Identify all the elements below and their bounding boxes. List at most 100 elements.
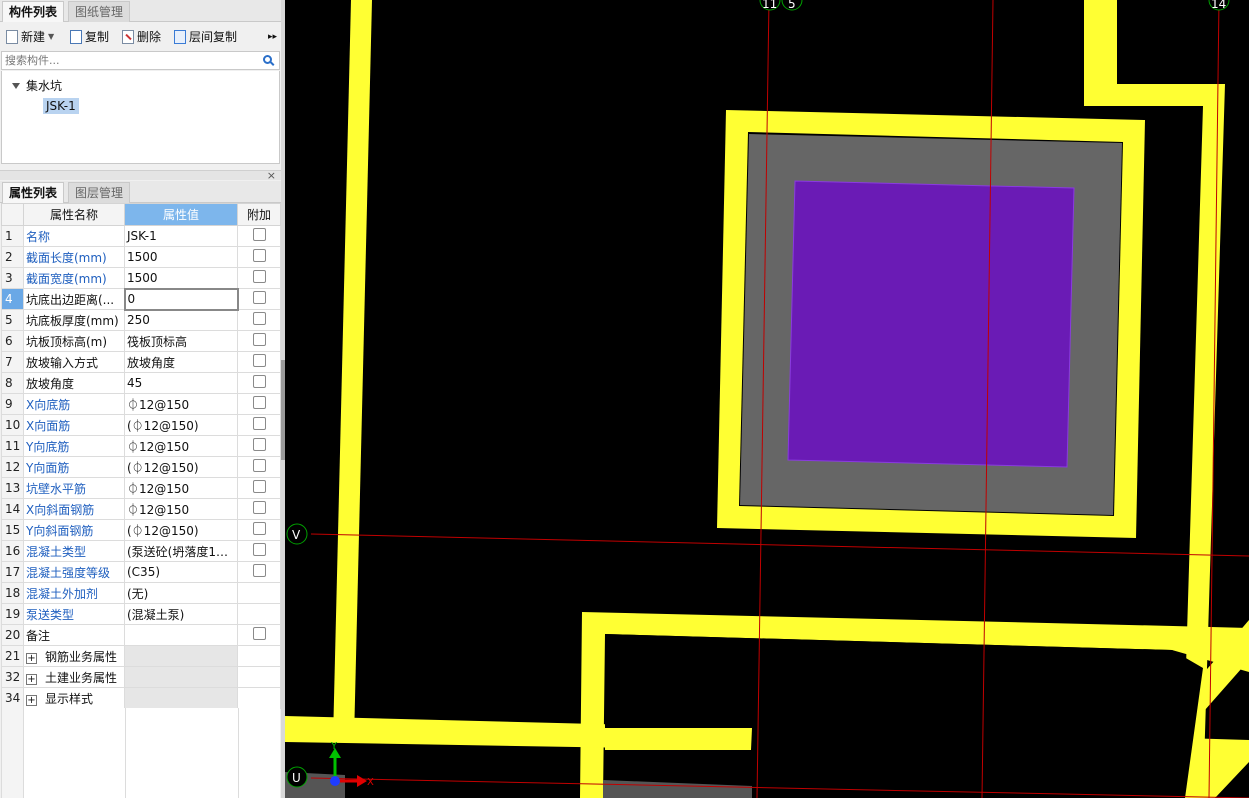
table-row[interactable]: 3 截面宽度(mm) 1500 <box>1 267 281 289</box>
property-value-cell[interactable] <box>124 687 238 709</box>
property-name-cell: 混凝土类型 <box>23 540 125 562</box>
attach-checkbox[interactable] <box>252 228 266 241</box>
attach-checkbox[interactable] <box>252 543 266 556</box>
table-row[interactable]: 6 坑板顶标高(m) 筏板顶标高 <box>1 330 281 352</box>
property-value-cell[interactable] <box>124 624 238 646</box>
table-row[interactable]: 7 放坡输入方式 放坡角度 <box>1 351 281 373</box>
header-property-name[interactable]: 属性名称 <box>23 203 125 226</box>
property-value-cell[interactable]: (混凝土泵) <box>124 603 238 625</box>
tab-drawing-management[interactable]: 图纸管理 <box>68 1 131 22</box>
pit-bottom[interactable] <box>787 180 1075 468</box>
property-value-cell[interactable]: ⏀12@150 <box>124 498 238 520</box>
table-row[interactable]: 5 坑底板厚度(mm) 250 <box>1 309 281 331</box>
attach-checkbox[interactable] <box>252 438 266 451</box>
property-value-cell[interactable]: 1500 <box>124 246 238 268</box>
attach-checkbox[interactable] <box>252 396 266 409</box>
delete-button[interactable]: 删除 <box>122 28 161 46</box>
table-row[interactable]: 8 放坡角度 45 <box>1 372 281 394</box>
table-row[interactable]: 16 混凝土类型 (泵送砼(坍落度17... <box>1 540 281 562</box>
property-value-cell[interactable]: ⏀12@150 <box>124 393 238 415</box>
expand-plus-icon[interactable]: + <box>26 652 37 664</box>
table-row[interactable]: 21 + 钢筋业务属性 <box>1 645 281 667</box>
tree-node-jsk-1[interactable]: JSK-1 <box>43 98 79 114</box>
attach-cell <box>237 624 281 646</box>
table-row[interactable]: 15 Y向斜面钢筋 (⏀12@150) <box>1 519 281 541</box>
wall-bottom-right[interactable] <box>1183 738 1249 798</box>
table-row[interactable]: 10 X向面筋 (⏀12@150) <box>1 414 281 436</box>
table-row[interactable]: 32 + 土建业务属性 <box>1 666 281 688</box>
row-index: 2 <box>1 246 24 268</box>
tree-node-sump-pit[interactable]: 集水坑 <box>12 77 62 94</box>
attach-checkbox[interactable] <box>252 564 266 577</box>
expand-plus-icon[interactable]: + <box>26 673 37 685</box>
property-value-cell[interactable]: (⏀12@150) <box>124 414 238 436</box>
attach-checkbox[interactable] <box>252 270 266 283</box>
table-row[interactable]: 1 名称 JSK-1 <box>1 225 281 247</box>
search-icon[interactable] <box>263 55 272 64</box>
attach-checkbox[interactable] <box>252 627 266 640</box>
property-value-cell[interactable]: 放坡角度 <box>124 351 238 373</box>
expand-plus-icon[interactable]: + <box>26 694 37 706</box>
attach-checkbox[interactable] <box>252 375 266 388</box>
attach-checkbox[interactable] <box>252 291 266 304</box>
property-value-cell[interactable]: 45 <box>124 372 238 394</box>
property-value-cell[interactable]: (无) <box>124 582 238 604</box>
property-value-cell[interactable]: (泵送砼(坍落度17... <box>124 540 238 562</box>
property-value-cell[interactable]: 1500 <box>124 267 238 289</box>
attach-cell <box>237 288 281 310</box>
search-input[interactable] <box>2 52 252 69</box>
property-value-cell[interactable]: 250 <box>124 309 238 331</box>
attach-checkbox[interactable] <box>252 249 266 262</box>
row-index: 1 <box>1 225 24 247</box>
property-value-cell[interactable]: ⏀12@150 <box>124 435 238 457</box>
table-row[interactable]: 18 混凝土外加剂 (无) <box>1 582 281 604</box>
attach-checkbox[interactable] <box>252 333 266 346</box>
property-value-cell[interactable]: (C35) <box>124 561 238 583</box>
attach-checkbox[interactable] <box>252 354 266 367</box>
table-row[interactable]: 12 Y向面筋 (⏀12@150) <box>1 456 281 478</box>
wall-bottom-left-inner[interactable] <box>605 728 752 750</box>
collapse-triangle-icon[interactable] <box>12 82 20 89</box>
wall-left-vertical[interactable] <box>333 0 372 740</box>
attach-checkbox[interactable] <box>252 522 266 535</box>
table-row[interactable]: 9 X向底筋 ⏀12@150 <box>1 393 281 415</box>
property-value-cell[interactable]: ⏀12@150 <box>124 477 238 499</box>
table-row[interactable]: 17 混凝土强度等级 (C35) <box>1 561 281 583</box>
group-label: 显示样式 <box>45 691 94 706</box>
tab-property-list[interactable]: 属性列表 <box>2 182 65 203</box>
table-row[interactable]: 2 截面长度(mm) 1500 <box>1 246 281 268</box>
copy-button[interactable]: 复制 <box>70 28 109 46</box>
header-property-value[interactable]: 属性值 <box>124 203 238 226</box>
table-row[interactable]: 13 坑壁水平筋 ⏀12@150 <box>1 477 281 499</box>
property-value-editor[interactable]: 0 <box>123 287 239 311</box>
property-value-cell[interactable]: (⏀12@150) <box>124 456 238 478</box>
more-tools-button[interactable]: ▸▸ <box>268 28 277 46</box>
table-row[interactable]: 11 Y向底筋 ⏀12@150 <box>1 435 281 457</box>
property-value-cell[interactable]: 筏板顶标高 <box>124 330 238 352</box>
attach-checkbox[interactable] <box>252 459 266 472</box>
property-value-cell[interactable] <box>124 666 238 688</box>
table-row[interactable]: 34 + 显示样式 <box>1 687 281 709</box>
table-row[interactable]: 14 X向斜面钢筋 ⏀12@150 <box>1 498 281 520</box>
property-value-cell[interactable] <box>124 645 238 667</box>
property-value-cell[interactable]: (⏀12@150) <box>124 519 238 541</box>
property-value-cell[interactable]: JSK-1 <box>124 225 238 247</box>
new-button[interactable]: 新建 ▼ <box>6 28 54 46</box>
property-tabbar: 属性列表 图层管理 <box>0 181 281 203</box>
attach-checkbox[interactable] <box>252 417 266 430</box>
property-name-cell: + 土建业务属性 <box>23 666 125 688</box>
floor-copy-button[interactable]: 层间复制 <box>174 28 237 46</box>
header-attach[interactable]: 附加 <box>237 203 281 226</box>
table-row[interactable]: 19 泵送类型 (混凝土泵) <box>1 603 281 625</box>
tab-component-list[interactable]: 构件列表 <box>2 1 65 22</box>
attach-cell <box>237 309 281 331</box>
table-row[interactable]: 4 坑底出边距离(... 0 <box>1 287 281 311</box>
table-row[interactable]: 20 备注 <box>1 624 281 646</box>
tab-layer-management[interactable]: 图层管理 <box>68 182 131 203</box>
attach-checkbox[interactable] <box>252 480 266 493</box>
panel-splitter[interactable]: × <box>0 169 281 182</box>
attach-checkbox[interactable] <box>252 501 266 514</box>
row-index: 13 <box>1 477 24 499</box>
attach-checkbox[interactable] <box>252 312 266 325</box>
drawing-canvas[interactable]: 11 5 14 V U Y X <box>285 0 1249 798</box>
